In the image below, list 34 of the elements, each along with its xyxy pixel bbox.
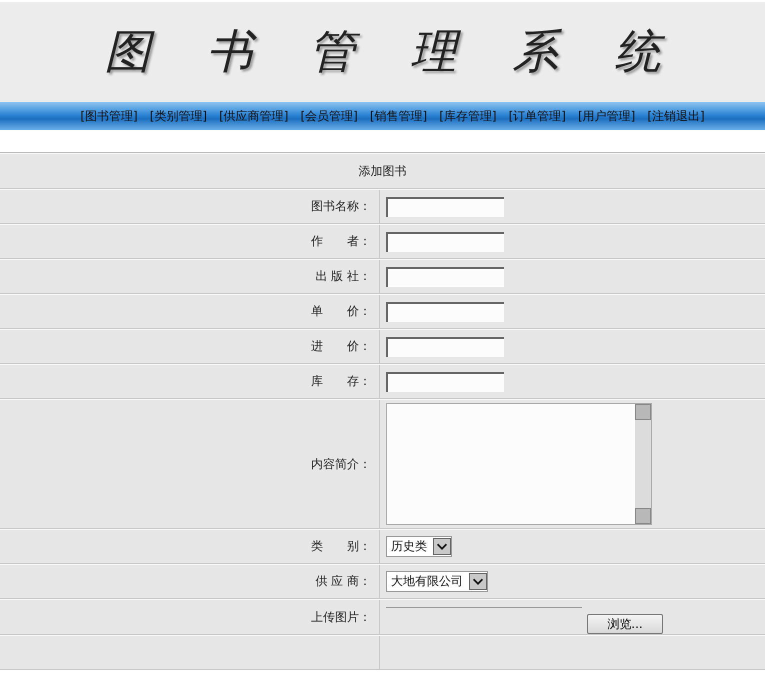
textarea-field[interactable] xyxy=(386,403,652,525)
nav-link[interactable]: [图书管理] xyxy=(80,108,138,124)
chevron-down-icon xyxy=(433,538,451,555)
text-input[interactable] xyxy=(386,266,504,286)
select-dropdown[interactable]: 历史类 xyxy=(386,536,452,557)
nav-link[interactable]: [库存管理] xyxy=(439,108,497,124)
field-label: 图书名称： xyxy=(311,198,371,215)
field-label: 内容简介： xyxy=(311,456,371,472)
text-input[interactable] xyxy=(386,196,504,216)
nav-link[interactable]: [会员管理] xyxy=(300,108,358,124)
nav-link[interactable]: [类别管理] xyxy=(150,108,208,124)
field-label: 单 价： xyxy=(311,303,371,320)
system-title: 图书管理系统 xyxy=(104,23,716,80)
field-label: 库 存： xyxy=(311,373,371,390)
browse-button[interactable]: 浏览... xyxy=(587,614,663,634)
text-input[interactable] xyxy=(386,372,504,392)
form-title: 添加图书 xyxy=(358,162,406,180)
field-label: 出 版 社： xyxy=(315,268,371,285)
nav-link[interactable]: [供应商管理] xyxy=(219,108,288,124)
field-label: 进 价： xyxy=(311,338,371,355)
field-label: 作 者： xyxy=(311,233,371,250)
text-input[interactable] xyxy=(386,232,504,252)
nav-link[interactable]: [注销退出] xyxy=(647,108,705,124)
select-dropdown[interactable]: 大地有限公司 xyxy=(386,571,488,592)
field-label: 类 别： xyxy=(311,538,371,555)
nav-link[interactable]: [订单管理] xyxy=(508,108,566,124)
field-label: 供 应 商： xyxy=(315,573,371,590)
text-input[interactable] xyxy=(386,336,504,356)
text-input[interactable] xyxy=(386,302,504,322)
chevron-down-icon xyxy=(469,573,487,590)
nav-link[interactable]: [用户管理] xyxy=(578,108,636,124)
nav-link[interactable]: [销售管理] xyxy=(370,108,428,124)
field-label: 上传图片： xyxy=(311,608,371,626)
scrollbar[interactable] xyxy=(635,404,651,524)
